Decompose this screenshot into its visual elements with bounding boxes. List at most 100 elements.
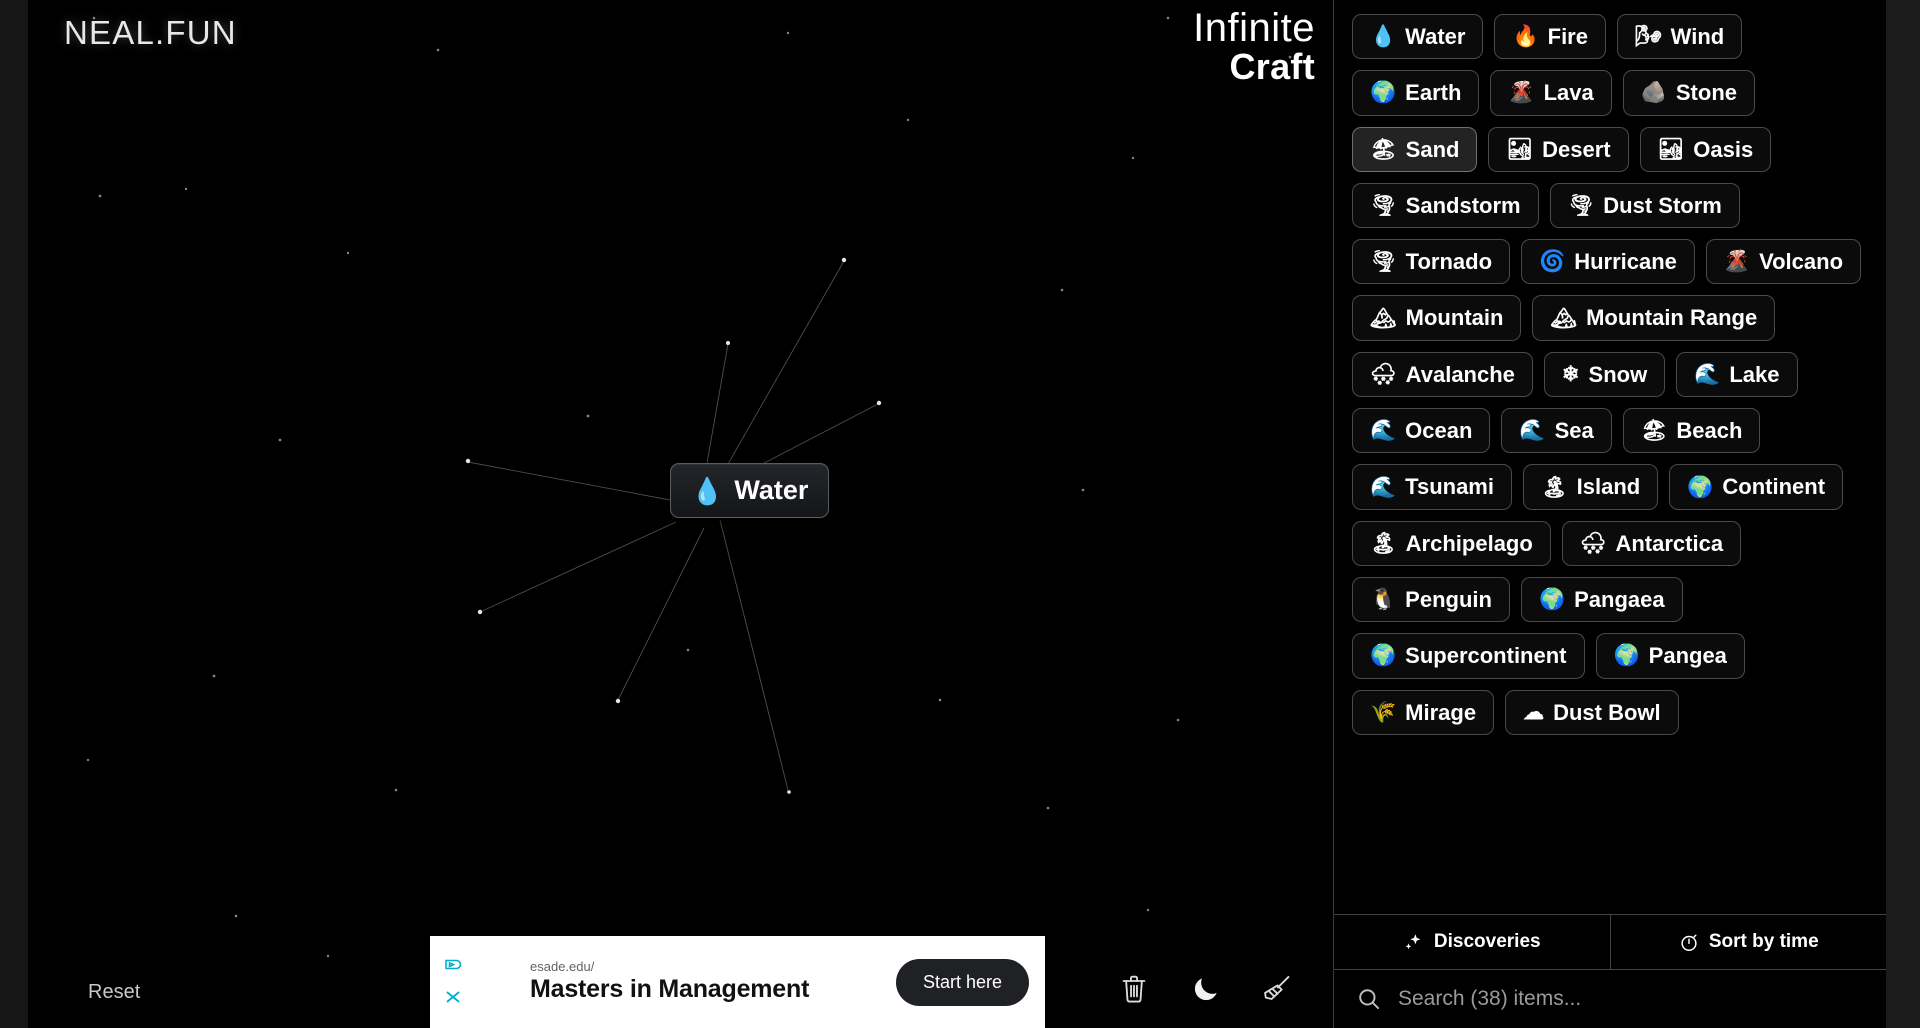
element-pill-mountain-range[interactable]: 🏔 Mountain Range bbox=[1532, 295, 1776, 341]
element-label: Tsunami bbox=[1405, 474, 1494, 500]
element-emoji-icon: 🌍 bbox=[1370, 644, 1397, 668]
element-emoji-icon: 🏜 bbox=[1657, 137, 1685, 161]
element-pill-pangaea[interactable]: 🌍 Pangaea bbox=[1520, 576, 1683, 623]
element-pill-fire[interactable]: 🔥 Fire bbox=[1494, 14, 1606, 60]
element-pill-hurricane[interactable]: 🌀 Hurricane bbox=[1521, 239, 1695, 285]
element-pill-volcano[interactable]: 🌋 Volcano bbox=[1705, 239, 1862, 285]
element-emoji-icon: 🌀 bbox=[1539, 250, 1566, 274]
element-emoji-icon: 🌪 bbox=[1370, 194, 1397, 218]
element-emoji-icon: 🌪 bbox=[1370, 250, 1397, 274]
element-label: Mirage bbox=[1405, 699, 1477, 725]
element-label: Archipelago bbox=[1405, 530, 1533, 556]
element-label: Earth bbox=[1405, 80, 1462, 106]
element-label: Sand bbox=[1405, 136, 1460, 162]
canvas-element-label: Water bbox=[734, 475, 809, 505]
elements-list: 💧 Water 🔥 Fire 🌬 Wind 🌍 Earth 🌋 Lava 🪨 Stone 🏖 Sand 🏜 D… bbox=[1334, 0, 1886, 916]
element-pill-sandstorm[interactable]: 🌪 Sandstorm bbox=[1352, 182, 1539, 229]
element-label: Pangea bbox=[1648, 643, 1727, 669]
search-input[interactable] bbox=[1396, 986, 1864, 1012]
element-emoji-icon: 🏜 bbox=[1506, 137, 1534, 161]
element-pill-desert[interactable]: 🏜 Desert bbox=[1488, 126, 1629, 172]
element-pill-supercontinent[interactable]: 🌍 Supercontinent bbox=[1352, 633, 1585, 679]
element-pill-tornado[interactable]: 🌪 Tornado bbox=[1352, 239, 1511, 285]
element-label: Oasis bbox=[1693, 136, 1754, 162]
sparkles-icon bbox=[1405, 934, 1421, 950]
right-gutter bbox=[1885, 0, 1920, 1028]
element-emoji-icon: 🏖 bbox=[1370, 137, 1397, 161]
infinite-craft-app: NEAL.FUN Infinite Craft 💧 Water Reset es… bbox=[0, 0, 1920, 1028]
reset-button[interactable]: Reset bbox=[88, 981, 140, 1004]
element-pill-pangea[interactable]: 🌍 Pangea bbox=[1595, 633, 1745, 679]
element-pill-continent[interactable]: 🌍 Continent bbox=[1669, 464, 1844, 510]
element-pill-sea[interactable]: 🌊 Sea bbox=[1501, 408, 1612, 454]
crafting-canvas[interactable]: NEAL.FUN Infinite Craft 💧 Water Reset es… bbox=[28, 0, 1333, 1028]
element-emoji-icon: 🏝 bbox=[1540, 475, 1568, 499]
element-label: Sea bbox=[1554, 418, 1594, 444]
element-label: Water bbox=[1405, 24, 1466, 49]
game-title-line1: Infinite bbox=[1193, 6, 1315, 50]
element-pill-water[interactable]: 💧 Water bbox=[1352, 14, 1484, 60]
element-label: Beach bbox=[1676, 418, 1743, 444]
moon-icon[interactable] bbox=[1185, 968, 1227, 1010]
element-label: Fire bbox=[1547, 24, 1588, 49]
game-title-line2: Craft bbox=[1229, 45, 1315, 87]
element-pill-archipelago[interactable]: 🏝 Archipelago bbox=[1352, 520, 1551, 566]
element-emoji-icon: 🌍 bbox=[1687, 475, 1714, 499]
element-label: Pangaea bbox=[1574, 586, 1665, 612]
element-pill-lava[interactable]: 🌋 Lava bbox=[1490, 70, 1612, 116]
element-pill-mountain[interactable]: 🏔 Mountain bbox=[1352, 295, 1522, 341]
element-emoji-icon: 🌍 bbox=[1538, 588, 1566, 612]
element-emoji-icon: 🌍 bbox=[1613, 644, 1640, 668]
left-gutter bbox=[0, 0, 28, 1028]
element-pill-island[interactable]: 🏝 Island bbox=[1522, 464, 1659, 510]
element-label: Penguin bbox=[1405, 586, 1492, 612]
element-label: Ocean bbox=[1405, 418, 1473, 444]
element-pill-mirage[interactable]: 🌾 Mirage bbox=[1352, 689, 1495, 735]
canvas-element-water[interactable]: 💧 Water bbox=[670, 463, 830, 518]
elements-sidebar: 💧 Water 🔥 Fire 🌬 Wind 🌍 Earth 🌋 Lava 🪨 Stone 🏖 Sand 🏜 D… bbox=[1333, 0, 1886, 1028]
element-pill-oasis[interactable]: 🏜 Oasis bbox=[1639, 126, 1772, 172]
element-label: Dust Bowl bbox=[1553, 699, 1661, 725]
broom-icon[interactable] bbox=[1257, 968, 1299, 1010]
element-pill-dust-bowl[interactable]: ☁ Dust Bowl bbox=[1505, 689, 1679, 735]
element-emoji-icon: 🐧 bbox=[1370, 588, 1397, 612]
search-bar[interactable] bbox=[1334, 970, 1886, 1028]
element-label: Supercontinent bbox=[1405, 643, 1567, 669]
element-label: Continent bbox=[1722, 474, 1826, 500]
ad-banner[interactable]: esade.edu/ Masters in Management Start h… bbox=[430, 936, 1045, 1028]
element-label: Antarctica bbox=[1615, 530, 1724, 556]
water-droplet-icon: 💧 bbox=[691, 475, 724, 506]
element-pill-stone[interactable]: 🪨 Stone bbox=[1622, 70, 1755, 116]
element-label: Dust Storm bbox=[1603, 192, 1722, 218]
element-pill-wind[interactable]: 🌬 Wind bbox=[1616, 14, 1743, 60]
element-label: Sandstorm bbox=[1405, 192, 1521, 218]
element-pill-lake[interactable]: 🌊 Lake bbox=[1676, 351, 1798, 398]
element-emoji-icon: 🔥 bbox=[1512, 25, 1539, 49]
element-pill-earth[interactable]: 🌍 Earth bbox=[1352, 70, 1480, 116]
element-label: Avalanche bbox=[1405, 361, 1515, 387]
neal-fun-logo[interactable]: NEAL.FUN bbox=[64, 14, 237, 52]
tab-discoveries[interactable]: Discoveries bbox=[1334, 915, 1610, 969]
trash-icon[interactable] bbox=[1113, 968, 1155, 1010]
element-emoji-icon: 🏝 bbox=[1370, 531, 1397, 555]
element-pill-tsunami[interactable]: 🌊 Tsunami bbox=[1352, 464, 1512, 510]
sidebar-tabs: Discoveries Sort by time bbox=[1334, 914, 1886, 970]
element-label: Wind bbox=[1670, 24, 1725, 49]
element-pill-penguin[interactable]: 🐧 Penguin bbox=[1352, 576, 1510, 623]
element-label: Lava bbox=[1543, 80, 1594, 106]
element-pill-avalanche[interactable]: 🌨 Avalanche bbox=[1352, 351, 1533, 398]
ad-cta-button[interactable]: Start here bbox=[895, 958, 1029, 1006]
element-pill-ocean[interactable]: 🌊 Ocean bbox=[1352, 408, 1491, 454]
element-pill-beach[interactable]: 🏖 Beach bbox=[1622, 408, 1761, 454]
ad-url: esade.edu/ bbox=[530, 958, 595, 974]
element-pill-snow[interactable]: ❄ Snow bbox=[1543, 351, 1666, 398]
element-label: Volcano bbox=[1759, 249, 1844, 275]
element-pill-antarctica[interactable]: 🌨 Antarctica bbox=[1561, 520, 1742, 566]
element-emoji-icon: ❄ bbox=[1561, 362, 1580, 386]
element-emoji-icon: 🌨 bbox=[1370, 362, 1397, 386]
element-pill-sand[interactable]: 🏖 Sand bbox=[1352, 126, 1478, 172]
element-pill-dust-storm[interactable]: 🌪 Dust Storm bbox=[1549, 182, 1740, 229]
element-label: Desert bbox=[1542, 136, 1611, 162]
element-emoji-icon: 🌍 bbox=[1370, 81, 1397, 105]
tab-sort-by-time[interactable]: Sort by time bbox=[1609, 915, 1887, 969]
